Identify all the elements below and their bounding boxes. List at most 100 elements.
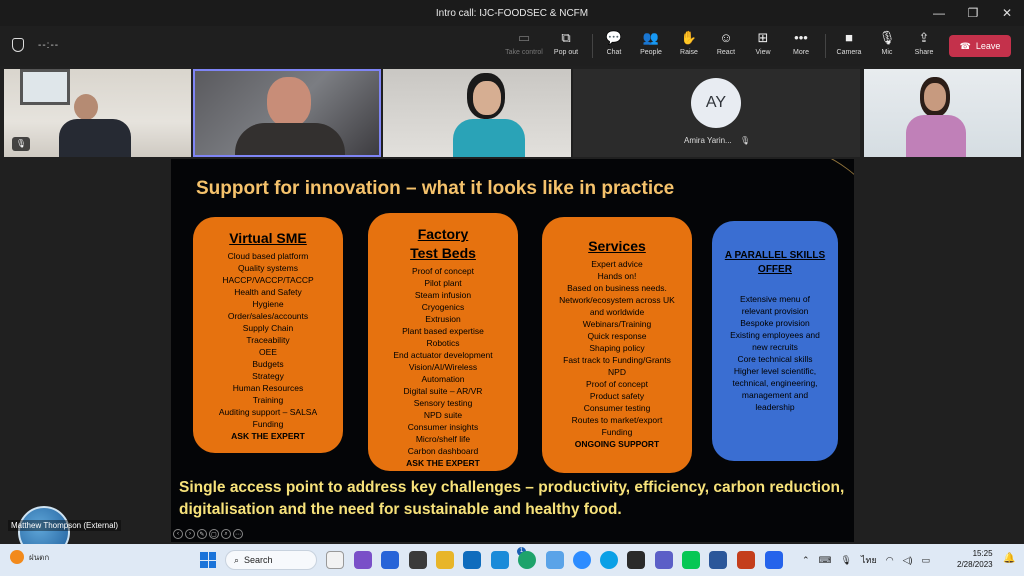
participant-tile[interactable]: AY Amira Yarin... 🎙 [573,69,860,157]
take-control-button[interactable]: ▭ Take control [503,30,545,64]
file-explorer-icon[interactable] [436,551,454,569]
camera-icon: ■ [845,30,853,45]
list-item: Plant based expertise [402,326,484,336]
prev-icon[interactable]: ‹ [173,529,183,539]
view-button[interactable]: ⊞ View [742,30,784,64]
todo-icon[interactable] [381,551,399,569]
participant-tile[interactable] [383,69,571,157]
line-icon[interactable] [682,551,700,569]
participant-tile[interactable] [864,69,1021,157]
taskbar-search[interactable]: ⌕ Search [225,550,317,570]
share-icon: ⇪ [918,30,930,45]
maximize-icon[interactable]: ❐ [956,0,990,26]
list-item: Existing employees and [730,330,820,340]
mic-button[interactable]: 🎙 Mic [866,30,908,64]
list-item: Bespoke provision [740,318,810,328]
pop-out-icon: ⧉ [561,30,571,45]
pen-icon[interactable]: ✎ [197,529,207,539]
list-item: Quality systems [238,263,298,273]
skype-icon[interactable] [600,551,618,569]
list-item: Consumer insights [407,422,479,432]
slide-title: Support for innovation – what it looks l… [196,178,675,199]
close-icon[interactable]: ✕ [990,0,1024,26]
list-item: Budgets [252,359,284,369]
list-item: Digital suite – AR/VR [403,386,483,396]
clock[interactable]: 15:25 2/28/2023 [957,548,993,570]
leave-button[interactable]: ☎ Leave [949,35,1011,57]
list-item: Pilot plant [424,278,462,288]
list-item: Sensory testing [413,398,473,408]
start-button[interactable] [200,552,216,568]
participant-tile-active[interactable] [193,69,381,157]
list-item: OEE [259,347,277,357]
wifi-icon[interactable]: ◠ [886,555,894,566]
box-heading: Factory [417,226,469,242]
powerpoint-icon[interactable] [737,551,755,569]
people-button[interactable]: 👥 People [630,30,672,64]
word-icon[interactable] [709,551,727,569]
weather-widget[interactable]: ฝนตก [10,550,49,564]
people-icon: 👥 [642,30,660,45]
chevron-up-icon[interactable]: ⌃ [802,555,810,566]
camera-button[interactable]: ■ Camera [828,30,870,64]
calendar-icon[interactable] [765,551,783,569]
list-item: Auditing support – SALSA [218,407,318,417]
box-heading: A PARALLEL SKILLS OFFER [724,250,826,275]
zoom-icon[interactable]: ⌕ [221,529,231,539]
list-item: Consumer testing [583,403,651,413]
calculator-icon[interactable] [409,551,427,569]
teams-icon[interactable] [655,551,673,569]
list-item: Cryogenics [421,302,465,312]
parallel-skills-box: A PARALLEL SKILLS OFFER Extensive menu o… [712,221,838,461]
mic-muted-icon: 🎙 [12,137,30,151]
window-controls: — ❐ ✕ [922,0,1024,26]
react-button[interactable]: ☺ React [705,30,747,64]
highlight-icon[interactable]: ▢ [209,529,219,539]
media-icon[interactable] [627,551,645,569]
list-item: Health and Safety [234,287,302,297]
language-indicator[interactable]: ไทย [861,553,877,567]
hand-icon: ✋ [680,30,698,45]
list-item: Proof of concept [412,266,474,276]
list-item: NPD [608,367,626,377]
edge-icon[interactable] [518,551,536,569]
more-icon: ••• [794,30,808,45]
title-bar: Intro call: IJC-FOODSEC & NCFM — ❐ ✕ [0,0,1024,26]
background-window [20,69,70,105]
presenter-name: Matthew Thompson (External) [8,520,122,531]
list-item: leadership [755,402,795,412]
more-button[interactable]: ••• More [780,30,822,64]
shared-screen[interactable]: Support for innovation – what it looks l… [171,159,854,542]
outlook-icon[interactable] [463,551,481,569]
share-button[interactable]: ⇪ Share [903,30,945,64]
onedrive-icon[interactable] [546,551,564,569]
toolbar-divider [825,34,826,58]
teams-window: Intro call: IJC-FOODSEC & NCFM — ❐ ✕ --:… [0,0,1024,576]
battery-icon[interactable]: ▭ [922,555,931,566]
mic-muted-icon[interactable]: 🎙 [841,555,852,566]
next-icon[interactable]: › [185,529,195,539]
mail-icon[interactable] [491,551,509,569]
participant-body [59,119,131,157]
weather-icon [10,550,24,564]
raise-hand-button[interactable]: ✋ Raise [668,30,710,64]
pop-out-button[interactable]: ⧉ Pop out [545,30,587,64]
participant-tile[interactable]: 🎙 [4,69,191,157]
shield-icon[interactable] [12,38,24,52]
participant-name: Amira Yarin... 🎙 [684,136,751,145]
notification-bell-icon[interactable]: 🔔 [1003,553,1015,564]
zoom-icon[interactable] [573,551,591,569]
volume-icon[interactable]: ◁) [903,555,913,566]
keyboard-icon[interactable]: ⌨ [819,555,832,566]
more-icon[interactable]: ⋯ [233,529,243,539]
list-item: Network/ecosystem across UK [559,295,675,305]
participant-body [906,115,966,157]
list-item: Webinars/Training [582,319,652,329]
meeting-info: --:-- [12,38,59,52]
chat-button[interactable]: 💬 Chat [593,30,635,64]
teams-chat-icon[interactable] [354,551,372,569]
task-view-icon[interactable] [326,551,344,569]
minimize-icon[interactable]: — [922,0,956,26]
list-item: and worldwide [589,307,645,317]
mic-muted-icon: 🎙 [878,30,896,45]
